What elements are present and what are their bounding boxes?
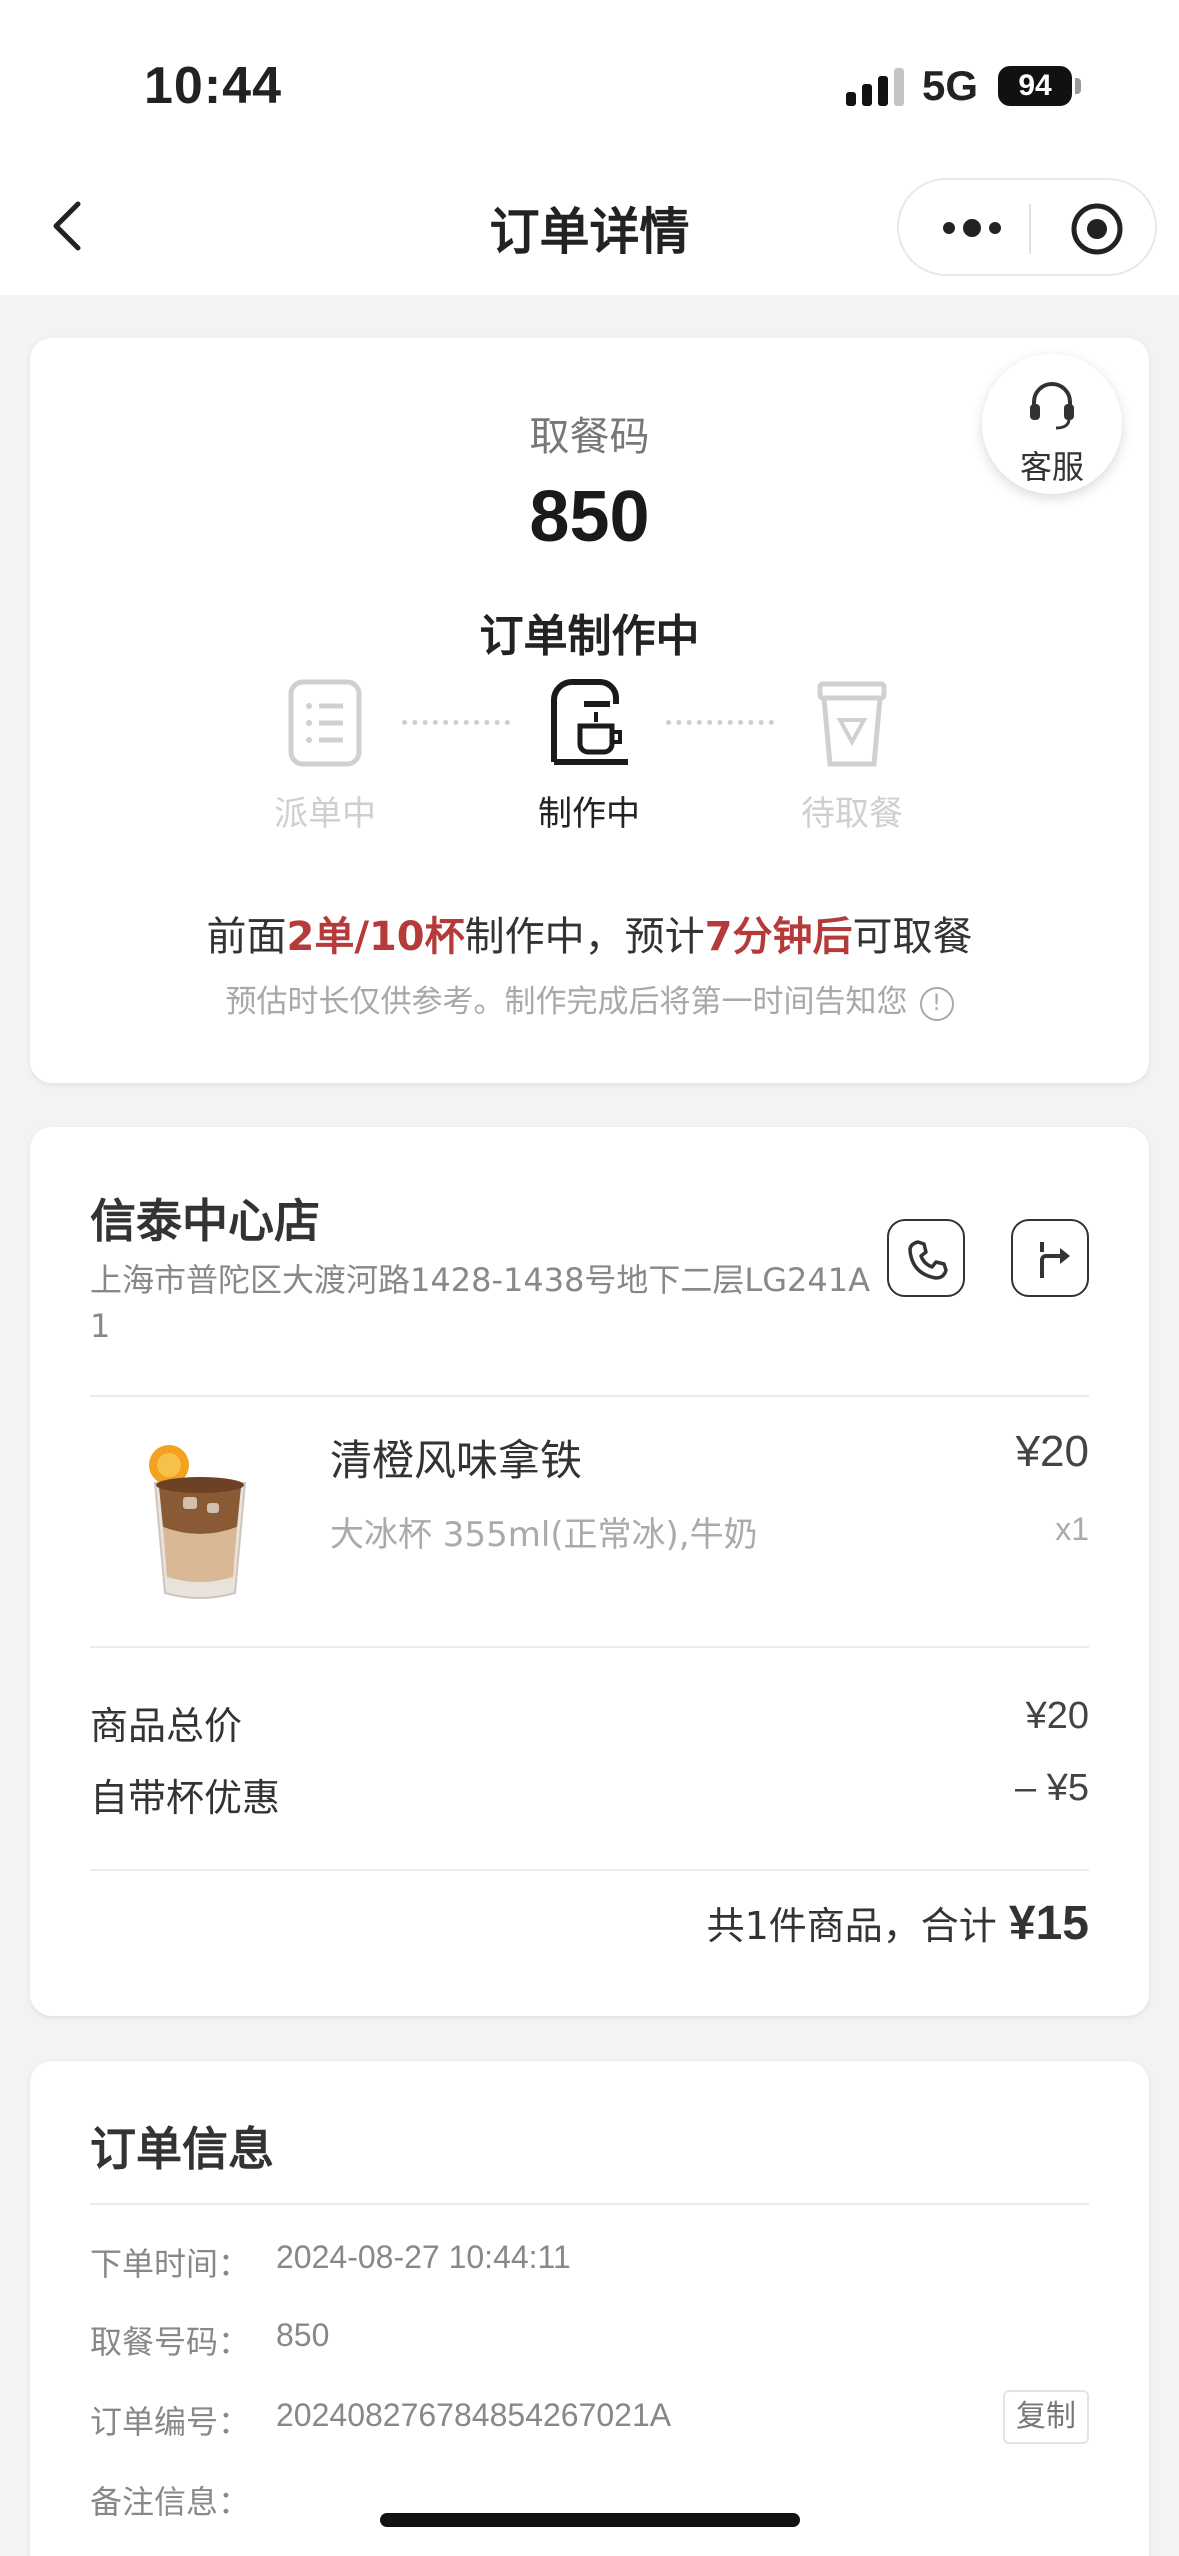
- order-total: 共1件商品，合计 ¥15: [707, 1895, 1089, 1951]
- network-type: 5G: [922, 62, 979, 109]
- step-ready: 待取餐: [752, 678, 952, 835]
- order-status-card: 客服 取餐码 850 订单制作中 派单中 制作中 待取餐 前面2单/10杯制作中…: [30, 338, 1149, 1083]
- status-time: 10:44: [144, 57, 282, 115]
- signal-icon: [846, 66, 904, 106]
- divider: [90, 1395, 1089, 1397]
- receipt-list-icon: [288, 679, 362, 767]
- divider: [90, 1869, 1089, 1871]
- discount-value: – ¥5: [1015, 1767, 1089, 1809]
- product-image: [149, 1445, 247, 1599]
- total-prefix: 共1件商品，合计: [706, 1904, 997, 1948]
- step-label: 制作中: [538, 794, 640, 834]
- eta-time: 7分钟后: [704, 914, 853, 960]
- eta-queue: 2单/10杯: [286, 914, 465, 960]
- store-address: 上海市普陀区大渡河路1428-1438号地下二层LG241A1: [90, 1261, 871, 1345]
- store-name: 信泰中心店: [90, 1194, 320, 1248]
- pickup-number-value: 850: [276, 2317, 330, 2353]
- total-value: ¥15: [1008, 1897, 1089, 1950]
- divider: [90, 2203, 1089, 2205]
- call-store-button[interactable]: [887, 1219, 965, 1297]
- info-icon[interactable]: !: [919, 986, 954, 1021]
- eta-note: 预估时长仅供参考。制作完成后将第一时间告知您!: [30, 976, 1149, 1021]
- store-order-card: 信泰中心店 上海市普陀区大渡河路1428-1438号地下二层LG241A1 清橙…: [30, 1127, 1149, 2016]
- navigate-store-button[interactable]: [1011, 1219, 1089, 1297]
- home-indicator[interactable]: [380, 2513, 800, 2527]
- coffee-machine-icon: [551, 679, 628, 765]
- phone-icon: [908, 1240, 948, 1280]
- divider: [90, 1646, 1089, 1648]
- order-info-card: 订单信息 下单时间： 2024-08-27 10:44:11 取餐号码： 850…: [30, 2061, 1149, 2556]
- product-name: 清橙风味拿铁: [330, 1436, 583, 1485]
- order-time-label: 下单时间：: [90, 2245, 251, 2283]
- order-time-value: 2024-08-27 10:44:11: [276, 2239, 571, 2275]
- mini-program-capsule: [897, 178, 1157, 276]
- eta-middle: 制作中，预计: [464, 914, 705, 960]
- battery-icon: 94: [998, 66, 1072, 106]
- eta-suffix: 可取餐: [852, 914, 973, 960]
- battery-tip: [1075, 78, 1081, 94]
- directions-icon: [1040, 1242, 1070, 1278]
- eta-note-text: 预估时长仅供参考。制作完成后将第一时间告知您: [225, 984, 908, 1020]
- order-number-value: 20240827678485426702​1A: [276, 2397, 672, 2433]
- order-info-title: 订单信息: [90, 2122, 274, 2176]
- close-miniprogram-icon[interactable]: [1069, 201, 1125, 257]
- top-bar: 10:44 5G 94 订单详情: [0, 0, 1179, 295]
- product-spec: 大冰杯 355ml(正常冰),牛奶: [330, 1515, 758, 1555]
- pickup-code: 850: [529, 477, 650, 557]
- eta-prefix: 前面: [206, 914, 287, 960]
- more-icon[interactable]: [937, 208, 1007, 248]
- copy-button[interactable]: 复制: [1003, 2390, 1089, 2444]
- discount-label: 自带杯优惠: [90, 1776, 281, 1820]
- pickup-number-label: 取餐号码：: [90, 2323, 251, 2361]
- capsule-divider: [1029, 204, 1031, 254]
- subtotal-label: 商品总价: [90, 1704, 243, 1748]
- order-status-title: 订单制作中: [479, 611, 700, 662]
- remark-label: 备注信息：: [90, 2483, 251, 2521]
- order-number-label: 订单编号：: [90, 2403, 251, 2441]
- product-price: ¥20: [1015, 1427, 1089, 1476]
- step-making: 制作中: [489, 678, 689, 835]
- subtotal-value: ¥20: [1025, 1695, 1089, 1737]
- step-dispatching: 派单中: [225, 678, 425, 835]
- eta-message: 前面2单/10杯制作中，预计7分钟后可取餐: [30, 904, 1149, 962]
- step-label: 待取餐: [801, 794, 903, 834]
- cup-icon: [817, 681, 887, 767]
- product-quantity: x1: [1055, 1511, 1089, 1547]
- step-label: 派单中: [274, 794, 376, 834]
- pickup-code-label: 取餐码: [529, 414, 650, 460]
